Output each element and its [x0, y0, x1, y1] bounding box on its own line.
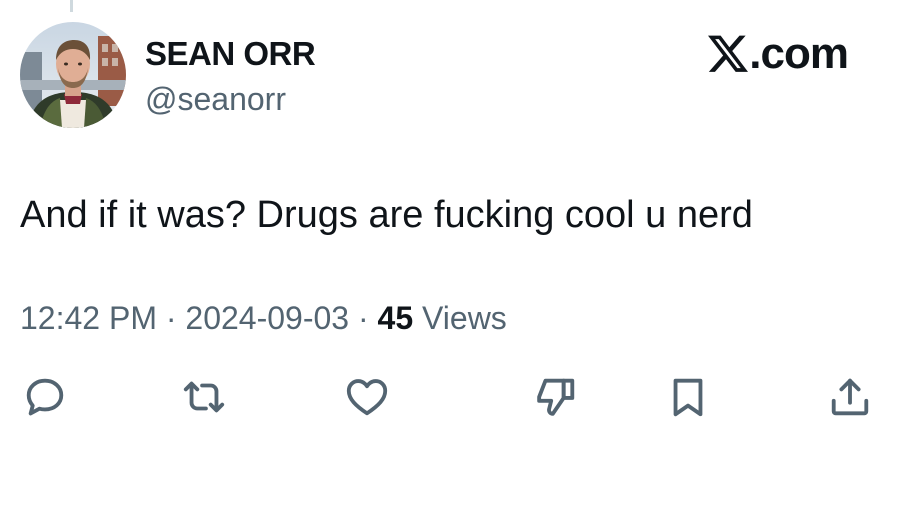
x-logo-icon — [708, 35, 749, 72]
reply-bubble-icon — [26, 378, 64, 416]
views-label: Views — [422, 300, 507, 336]
share-upload-icon — [831, 378, 869, 416]
brand-logo: .com — [708, 29, 849, 78]
share-button[interactable] — [826, 373, 874, 421]
repost-arrows-icon — [183, 381, 225, 413]
heart-icon — [346, 379, 388, 416]
repost-button[interactable] — [180, 373, 228, 421]
thumbs-down-icon — [537, 378, 575, 416]
meta-separator: · — [357, 300, 369, 336]
meta-separator: · — [165, 300, 177, 336]
tweet-time[interactable]: 12:42 PM — [20, 300, 157, 336]
tweet-date[interactable]: 2024-09-03 — [185, 300, 349, 336]
avatar[interactable] — [20, 22, 126, 128]
bookmark-icon — [673, 378, 703, 417]
author-display-name[interactable]: SEAN ORR — [145, 34, 316, 74]
avatar-photo — [20, 22, 126, 128]
views-count: 45 — [377, 300, 414, 336]
author-handle[interactable]: @seanorr — [145, 80, 286, 118]
thread-connector-line — [70, 0, 73, 12]
bookmark-button[interactable] — [664, 373, 712, 421]
tweet-meta: 12:42 PM · 2024-09-03 · 45 Views — [20, 298, 507, 338]
brand-domain-text: .com — [749, 29, 849, 78]
reply-button[interactable] — [21, 373, 69, 421]
like-button[interactable] — [343, 373, 391, 421]
tweet-text: And if it was? Drugs are fucking cool u … — [20, 194, 753, 236]
dislike-button[interactable] — [532, 373, 580, 421]
